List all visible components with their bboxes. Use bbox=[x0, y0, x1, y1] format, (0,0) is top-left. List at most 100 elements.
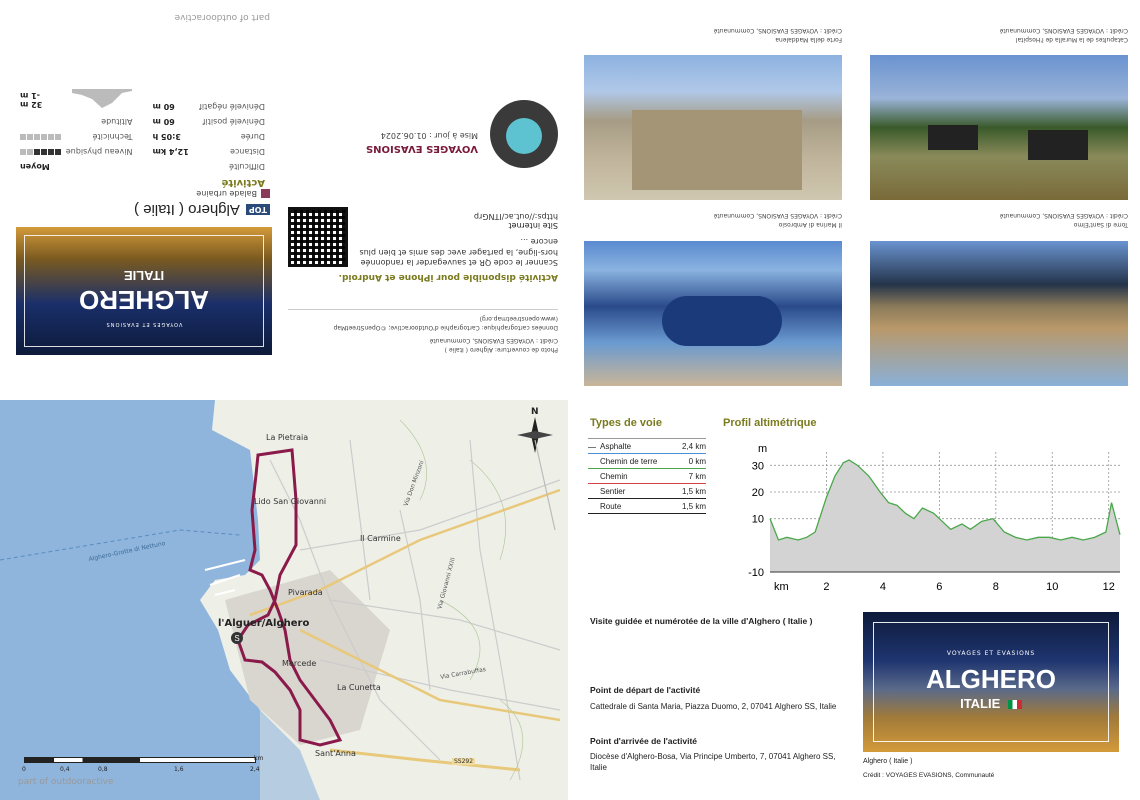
x-tick-label: 6 bbox=[936, 581, 942, 593]
y-tick-label: 10 bbox=[752, 514, 764, 526]
photo-caption: Forte della Maddalena bbox=[775, 36, 842, 43]
y-tick-label: -10 bbox=[748, 567, 764, 579]
site-url[interactable]: https://out.ac/ITNGrp bbox=[358, 212, 558, 221]
publisher-name: VOYAGES EVASIONS bbox=[365, 143, 478, 154]
cover-thumbnail: VOYAGES ET EVASIONS ALGHERO ITALIE bbox=[16, 227, 272, 355]
map-label: Lido San Giovanni bbox=[254, 497, 327, 506]
photo-credit: Crédit : VOYAGES EVASIONS, Communauté bbox=[713, 27, 842, 34]
mini-altitude-icon bbox=[72, 89, 133, 108]
scale-unit: km bbox=[254, 755, 264, 762]
stat-label: Difficulté bbox=[229, 162, 265, 171]
photo-caption: Catapultes de la Muralla de l'Hospital bbox=[1015, 36, 1128, 43]
photo-credit: Crédit : VOYAGES EVASIONS, Communauté bbox=[713, 212, 842, 219]
cover-credit: Crédit : VOYAGES EVASIONS, Communauté bbox=[429, 337, 558, 344]
scale-tick: 0,8 bbox=[98, 766, 108, 773]
footer-outdooractive: part of outdooractive bbox=[174, 12, 270, 22]
elevation-chart: 30 20 10 -10 2 4 6 8 10 12 m km bbox=[748, 443, 1121, 593]
italy-flag-icon bbox=[1007, 700, 1022, 710]
svg-text:S: S bbox=[234, 634, 239, 643]
voie-value: 0 km bbox=[688, 457, 706, 466]
cover-title: ALGHERO bbox=[79, 285, 209, 315]
stats-block: Activité Difficulté Moyen Distance 12,4 … bbox=[20, 89, 265, 188]
x-tick-label: 10 bbox=[1046, 581, 1058, 593]
photo-grid-upside-down: Catapultes de la Muralla de l'Hospital C… bbox=[570, 0, 1140, 400]
voie-table: Asphalte 2,4 km Chemin de terre 0 km Che… bbox=[588, 438, 706, 514]
voie-label: Sentier bbox=[600, 487, 626, 496]
cover-image: VOYAGES ET EVASIONS ALGHERO ITALIE bbox=[863, 612, 1119, 752]
x-unit: km bbox=[774, 581, 789, 593]
stat-value: Moyen bbox=[20, 162, 50, 171]
legend-swatch bbox=[588, 447, 596, 448]
level-dots bbox=[20, 132, 62, 141]
cover-subtitle: ITALIE bbox=[960, 696, 1001, 711]
cover-credit-title: Photo de couverture: Alghero ( Italie ) bbox=[444, 346, 558, 353]
app-heading: Activité disponible pour iPhone et Andro… bbox=[338, 272, 558, 282]
photo-caption: Il Marina di Ambrosio bbox=[778, 221, 842, 228]
photo-torre bbox=[870, 241, 1128, 386]
category-icon bbox=[261, 189, 270, 198]
altitude-max: 32 m bbox=[20, 100, 43, 109]
end-heading: Point d'arrivée de l'activité bbox=[590, 736, 698, 746]
app-text: Scanner le code QR et sauvegarder la ran… bbox=[359, 237, 558, 267]
level-label: Technicité bbox=[92, 132, 133, 141]
x-tick-label: 8 bbox=[993, 581, 999, 593]
x-tick-label: 2 bbox=[823, 581, 829, 593]
updated-date: Mise à jour : 01.06.2024 bbox=[380, 131, 478, 140]
y-tick-label: 30 bbox=[752, 460, 764, 472]
start-text: Cattedrale di Santa Maria, Piazza Duomo,… bbox=[590, 702, 837, 711]
y-unit: m bbox=[758, 443, 767, 455]
stat-label: Durée bbox=[240, 132, 265, 141]
cover-title: ALGHERO bbox=[926, 664, 1056, 694]
x-tick-label: 12 bbox=[1103, 581, 1115, 593]
photo-credit: Crédit : VOYAGES EVASIONS, Communauté bbox=[999, 212, 1128, 219]
level-dots bbox=[20, 147, 62, 156]
stat-label: Dénivelé négatif bbox=[199, 102, 265, 111]
photo-caption: Torre di Sant'Elmo bbox=[1073, 221, 1128, 228]
photo-credit: Crédit : VOYAGES EVASIONS, Communauté bbox=[999, 27, 1128, 34]
map-label: l'Alguer/Alghero bbox=[218, 618, 310, 629]
map-label: SS292 bbox=[452, 758, 476, 765]
map-label: Sant'Anna bbox=[315, 749, 356, 758]
map-canvas[interactable]: S bbox=[0, 400, 568, 800]
map-label: Pivarada bbox=[288, 588, 323, 597]
details-panel: Types de voie Asphalte 2,4 km Chemin de … bbox=[570, 400, 1140, 800]
voie-value: 1,5 km bbox=[681, 502, 706, 511]
osm-url: (www.openstreetmap.org) bbox=[479, 315, 558, 322]
photo-marina bbox=[584, 241, 842, 386]
voie-value: 2,4 km bbox=[681, 442, 706, 451]
altitude-label: Altitude bbox=[101, 117, 133, 126]
voie-heading: Types de voie bbox=[590, 417, 662, 429]
voie-value: 1,5 km bbox=[681, 487, 706, 496]
end-text: Diocèse d'Alghero-Bosa, Via Principe Umb… bbox=[590, 752, 836, 772]
route-map[interactable]: S La Pietraia Lido San Giovanni Il Carmi… bbox=[0, 400, 568, 800]
site-label: Site internet bbox=[508, 220, 558, 230]
info-panel-upside-down: VOYAGES ET EVASIONS ALGHERO ITALIE TOP A… bbox=[0, 0, 570, 400]
voie-label: Chemin de terre bbox=[600, 457, 658, 466]
qr-code[interactable] bbox=[288, 207, 348, 267]
stat-value: 60 m bbox=[152, 102, 175, 111]
cover-small-text: VOYAGES ET EVASIONS bbox=[946, 650, 1036, 657]
y-tick-label: 20 bbox=[752, 487, 764, 499]
tour-desc: Visite guidée et numérotée de la ville d… bbox=[590, 616, 813, 626]
map-label: La Cunetta bbox=[337, 683, 381, 692]
map-label: La Pietraia bbox=[266, 433, 309, 442]
voie-label: Asphalte bbox=[600, 442, 632, 451]
cover-subtitle: ITALIE bbox=[123, 268, 165, 283]
scale-tick: 2,4 bbox=[250, 766, 260, 773]
level-label: Niveau physique bbox=[65, 147, 133, 156]
photo-forte bbox=[584, 55, 842, 200]
north-label: N bbox=[531, 407, 539, 417]
x-tick-label: 4 bbox=[880, 581, 886, 593]
stat-value: 12,4 km bbox=[152, 147, 189, 156]
voie-value: 7 km bbox=[688, 472, 706, 481]
category-label: Balade urbaine bbox=[196, 189, 257, 198]
route-title: Alghero ( Italie ) bbox=[133, 201, 240, 219]
stat-label: Distance bbox=[230, 147, 265, 156]
map-footer: part of outdooractive bbox=[18, 777, 114, 787]
scale-bar bbox=[24, 757, 256, 763]
stat-label: Dénivelé positif bbox=[202, 117, 265, 126]
altitude-min: -1 m bbox=[20, 91, 41, 100]
stat-value: 60 m bbox=[152, 117, 175, 126]
scale-tick: 0 bbox=[22, 766, 26, 773]
map-data-credit: Données cartographique: Cartographie d'O… bbox=[333, 324, 558, 331]
